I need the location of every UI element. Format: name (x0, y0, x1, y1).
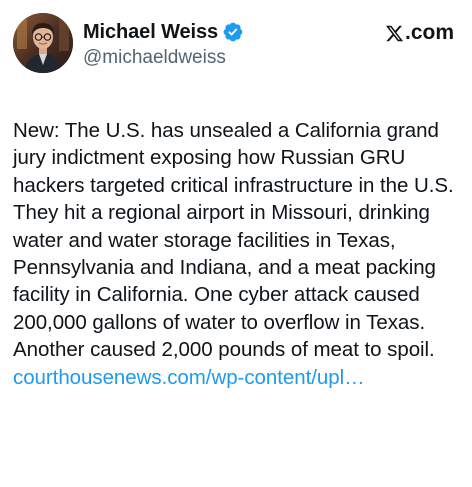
source-label: .com (385, 21, 454, 45)
name-row: Michael Weiss (83, 20, 244, 44)
tweet-text: New: The U.S. has unsealed a California … (13, 119, 454, 362)
author-info: Michael Weiss @michaeldweiss (83, 20, 244, 69)
author-handle[interactable]: @michaeldweiss (83, 47, 244, 69)
tweet-link[interactable]: courthousenews.com/wp-content/upl… (13, 366, 365, 389)
author-display-name[interactable]: Michael Weiss (83, 21, 218, 44)
tweet-body: New: The U.S. has unsealed a California … (13, 117, 463, 391)
avatar[interactable] (13, 13, 73, 73)
source-domain: .com (404, 21, 454, 44)
x-logo-icon (385, 24, 404, 43)
tweet-header: Michael Weiss @michaeldweiss .com (13, 13, 454, 73)
verified-badge-icon (222, 21, 244, 43)
